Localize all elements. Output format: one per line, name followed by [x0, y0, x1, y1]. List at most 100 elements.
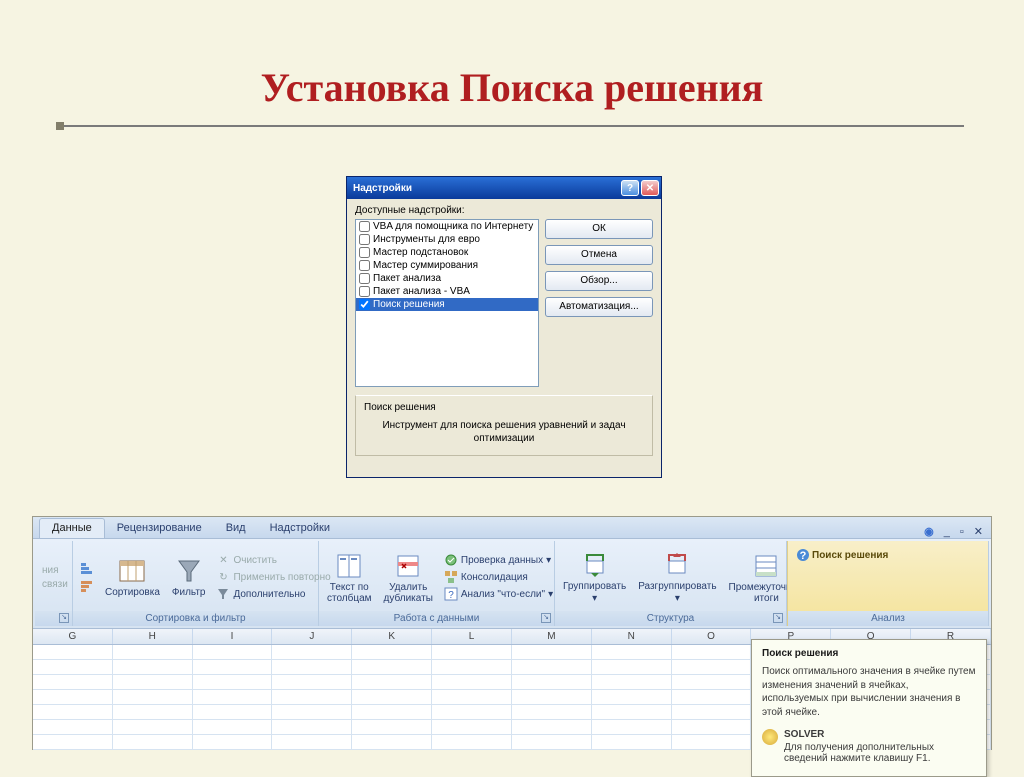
col-header[interactable]: H: [113, 629, 193, 644]
col-header[interactable]: K: [352, 629, 432, 644]
addin-label: Мастер подстановок: [373, 247, 468, 258]
group-label-datatools: Работа с данными↘: [319, 611, 554, 626]
ribbon-content: ния связи ↘ Сортировка Фильтр: [33, 539, 991, 629]
cancel-button[interactable]: Отмена: [545, 245, 653, 265]
addin-label: Инструменты для евро: [373, 234, 480, 245]
item-label: Текст по столбцам: [327, 582, 372, 604]
reapply-filter-button: ↻Применить повторно: [213, 569, 333, 585]
svg-text:?: ?: [448, 590, 454, 601]
addin-checkbox[interactable]: [359, 273, 370, 284]
tab-review[interactable]: Рецензирование: [105, 519, 214, 538]
tooltip-title: Поиск решения: [762, 648, 976, 659]
data-validation-button[interactable]: Проверка данных ▾: [441, 552, 556, 568]
addin-label: Мастер суммирования: [373, 260, 478, 271]
footer-description: Инструмент для поиска решения уравнений …: [362, 419, 646, 445]
dialog-title: Надстройки: [353, 183, 412, 194]
help-icon[interactable]: ◉: [924, 525, 934, 538]
close-button[interactable]: ✕: [641, 180, 659, 196]
dialog-footer: Поиск решения Инструмент для поиска реше…: [355, 395, 653, 456]
worksheet[interactable]: G H I J K L M N O P Q R Поиск решения По…: [33, 629, 991, 750]
browse-button[interactable]: Обзор...: [545, 271, 653, 291]
text-to-columns-button[interactable]: Текст по столбцам: [323, 549, 376, 606]
dialog-launcher-icon[interactable]: ↘: [541, 613, 551, 623]
addin-item-selected[interactable]: Поиск решения: [356, 298, 538, 311]
tab-addins[interactable]: Надстройки: [258, 519, 342, 538]
advanced-filter-button[interactable]: Дополнительно: [213, 586, 333, 602]
whatif-button[interactable]: ?Анализ "что-если" ▾: [441, 586, 556, 602]
footer-title: Поиск решения: [364, 402, 644, 413]
group-label-analysis: Анализ: [788, 611, 988, 626]
ribbon-area: Данные Рецензирование Вид Надстройки ◉ _…: [32, 516, 992, 750]
sort-asc-button[interactable]: [77, 560, 97, 576]
col-header[interactable]: N: [592, 629, 672, 644]
tooltip-solver-title: SOLVER: [784, 729, 976, 740]
item-label: Разгруппировать: [638, 581, 716, 592]
remove-duplicates-button[interactable]: Удалить дубликаты: [380, 549, 437, 606]
dropdown-icon: ▾: [546, 555, 551, 566]
help-button[interactable]: ?: [621, 180, 639, 196]
dialog-launcher-icon[interactable]: ↘: [59, 613, 69, 623]
col-header[interactable]: J: [272, 629, 352, 644]
col-header[interactable]: I: [193, 629, 273, 644]
group-label: ↘: [35, 611, 72, 626]
addin-label: VBA для помощника по Интернету: [373, 221, 533, 232]
automation-button[interactable]: Автоматизация...: [545, 297, 653, 317]
addin-checkbox[interactable]: [359, 299, 370, 310]
item-label: Фильтр: [172, 587, 206, 598]
addin-checkbox[interactable]: [359, 260, 370, 271]
text-to-columns-icon: [334, 551, 364, 581]
sort-desc-icon: [80, 579, 94, 593]
dropdown-icon: ▾: [592, 593, 597, 604]
item-label: Удалить дубликаты: [384, 582, 433, 604]
ok-button[interactable]: ОК: [545, 219, 653, 239]
addin-item[interactable]: VBA для помощника по Интернету: [356, 220, 538, 233]
addin-checkbox[interactable]: [359, 234, 370, 245]
addin-checkbox[interactable]: [359, 247, 370, 258]
addin-checkbox[interactable]: [359, 221, 370, 232]
remove-duplicates-icon: [393, 551, 423, 581]
consolidate-icon: [444, 570, 458, 584]
addin-item[interactable]: Мастер суммирования: [356, 259, 538, 272]
solver-button[interactable]: ? Поиск решения: [792, 547, 891, 563]
sort-asc-icon: [80, 561, 94, 575]
sort-desc-button[interactable]: [77, 578, 97, 594]
group-label-sort: Сортировка и фильтр: [73, 611, 318, 626]
close-window-icon[interactable]: ✕: [974, 525, 983, 538]
tab-view[interactable]: Вид: [214, 519, 258, 538]
col-header[interactable]: O: [672, 629, 752, 644]
restore-icon[interactable]: ▫: [960, 526, 964, 538]
clear-icon: ✕: [216, 553, 230, 567]
col-header[interactable]: M: [512, 629, 592, 644]
tab-data[interactable]: Данные: [39, 518, 105, 538]
addin-item[interactable]: Инструменты для евро: [356, 233, 538, 246]
reapply-icon: ↻: [216, 570, 230, 584]
dialog-titlebar[interactable]: Надстройки ? ✕: [347, 177, 661, 199]
addin-item[interactable]: Мастер подстановок: [356, 246, 538, 259]
addin-label: Пакет анализа: [373, 273, 441, 284]
tooltip-solver-body: Для получения дополнительных сведений на…: [784, 742, 934, 764]
col-header[interactable]: L: [432, 629, 512, 644]
tooltip-body: Поиск оптимального значения в ячейке пут…: [762, 665, 976, 719]
filter-icon: [174, 556, 204, 586]
consolidate-button[interactable]: Консолидация: [441, 569, 556, 585]
dialog-launcher-icon[interactable]: ↘: [773, 613, 783, 623]
addin-checkbox[interactable]: [359, 286, 370, 297]
addin-item[interactable]: Пакет анализа: [356, 272, 538, 285]
sort-icon: [117, 556, 147, 586]
ribbon-tabs: Данные Рецензирование Вид Надстройки ◉ _…: [33, 517, 991, 539]
group-icon: [580, 550, 610, 580]
dropdown-icon: ▾: [548, 589, 553, 600]
whatif-icon: ?: [444, 587, 458, 601]
ungroup-button[interactable]: Разгруппировать ▾: [634, 548, 720, 606]
group-button[interactable]: Группировать ▾: [559, 548, 630, 606]
addin-item[interactable]: Пакет анализа - VBA: [356, 285, 538, 298]
solver-icon: ?: [795, 548, 809, 562]
col-header[interactable]: G: [33, 629, 113, 644]
addins-listbox[interactable]: VBA для помощника по Интернету Инструмен…: [355, 219, 539, 387]
filter-button[interactable]: Фильтр: [168, 554, 210, 600]
svg-text:?: ?: [800, 550, 807, 562]
clear-filter-button: ✕Очистить: [213, 552, 333, 568]
sort-button[interactable]: Сортировка: [101, 554, 164, 600]
partial-item: ния: [39, 564, 62, 577]
minimize-icon[interactable]: _: [944, 526, 950, 538]
